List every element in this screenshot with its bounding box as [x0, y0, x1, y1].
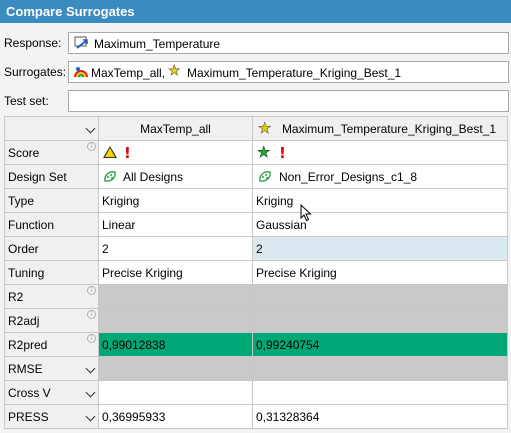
function-cell-2[interactable]: Gaussian: [253, 213, 508, 237]
table-row: RMSE: [5, 357, 508, 381]
r2adj-cell-2[interactable]: [253, 309, 508, 333]
surrogates-row: Surrogates: MaxTemp_all, ★ Maximum_Tempe…: [0, 60, 511, 84]
row-label-function: Function: [5, 213, 99, 237]
row-label-score: Score i: [5, 141, 99, 165]
exclamation-icon: !: [279, 144, 286, 162]
surrogate-2: Maximum_Temperature_Kriging_Best_1: [187, 66, 402, 80]
testset-row: Test set:: [0, 89, 511, 113]
response-value: Maximum_Temperature: [94, 37, 221, 51]
score-cell-2[interactable]: ★ !: [253, 141, 508, 165]
row-label-cross-v[interactable]: Cross V: [5, 381, 99, 405]
surrogate-1: MaxTemp_all,: [91, 66, 166, 80]
header-col-1[interactable]: MaxTemp_all: [99, 117, 253, 141]
cross-v-cell-1[interactable]: [99, 381, 253, 405]
cross-v-cell-2[interactable]: [253, 381, 508, 405]
chevron-down-icon[interactable]: [85, 123, 96, 134]
table-row: Function Linear Gaussian: [5, 213, 508, 237]
row-label-tuning: Tuning: [5, 261, 99, 285]
grid-header-row: MaxTemp_all ★ Maximum_Temperature_Krigin…: [5, 117, 508, 141]
design-set-cell-1[interactable]: All Designs: [99, 165, 253, 189]
order-cell-1[interactable]: 2: [99, 237, 253, 261]
surrogate-rainbow-icon: [73, 65, 89, 82]
type-cell-2[interactable]: Kriging: [253, 189, 508, 213]
column-1-title: MaxTemp_all: [140, 122, 211, 136]
header-col-2[interactable]: ★ Maximum_Temperature_Kriging_Best_1: [253, 117, 508, 141]
score-cell-1[interactable]: !: [99, 141, 253, 165]
chevron-down-icon[interactable]: [85, 363, 96, 374]
header-corner[interactable]: [5, 117, 99, 141]
testset-label: Test set:: [4, 94, 49, 108]
table-row: Order 2 2: [5, 237, 508, 261]
rmse-cell-1[interactable]: [99, 357, 253, 381]
chevron-down-icon[interactable]: [85, 411, 96, 422]
table-row: R2 i: [5, 285, 508, 309]
chevron-down-icon[interactable]: [85, 387, 96, 398]
press-cell-2[interactable]: 0,31328364: [253, 405, 508, 429]
mouse-cursor-icon: [300, 203, 312, 225]
design-set-cell-2[interactable]: Non_Error_Designs_c1_8: [253, 165, 508, 189]
r2-cell-1[interactable]: [99, 285, 253, 309]
window-title: Compare Surrogates: [0, 0, 511, 23]
info-icon[interactable]: i: [87, 334, 96, 343]
surrogates-field[interactable]: MaxTemp_all, ★ Maximum_Temperature_Krigi…: [68, 61, 509, 83]
row-label-press[interactable]: PRESS: [5, 405, 99, 429]
info-icon[interactable]: i: [87, 286, 96, 295]
row-label-r2adj: R2adj i: [5, 309, 99, 333]
r2adj-cell-1[interactable]: [99, 309, 253, 333]
press-cell-1[interactable]: 0,36995933: [99, 405, 253, 429]
star-green-icon: ★: [257, 143, 271, 162]
table-row: R2adj i: [5, 309, 508, 333]
testset-field[interactable]: [68, 90, 509, 112]
warning-triangle-icon: [103, 146, 117, 158]
table-row: Design Set All Designs Non_Error_Designs…: [5, 165, 508, 189]
row-label-r2pred: R2pred i: [5, 333, 99, 357]
star-yellow-icon: ★: [258, 119, 272, 138]
table-row: Tuning Precise Kriging Precise Kriging: [5, 261, 508, 285]
design-set-icon: [258, 170, 272, 186]
comparison-grid: MaxTemp_all ★ Maximum_Temperature_Krigin…: [4, 116, 508, 429]
function-cell-1[interactable]: Linear: [99, 213, 253, 237]
surrogates-label: Surrogates:: [4, 65, 67, 79]
r2pred-cell-1[interactable]: 0,99012838: [99, 333, 253, 357]
row-label-design-set: Design Set: [5, 165, 99, 189]
exclamation-icon: !: [124, 144, 131, 162]
design-set-icon: [103, 170, 117, 186]
info-icon[interactable]: i: [87, 310, 96, 319]
response-field[interactable]: Maximum_Temperature: [68, 32, 509, 54]
response-row: Response: Maximum_Temperature: [0, 31, 511, 55]
row-label-r2: R2 i: [5, 285, 99, 309]
column-2-title: Maximum_Temperature_Kriging_Best_1: [281, 122, 497, 136]
type-cell-1[interactable]: Kriging: [99, 189, 253, 213]
rmse-cell-2[interactable]: [253, 357, 508, 381]
r2pred-cell-2[interactable]: 0,99240754: [253, 333, 508, 357]
table-row: R2pred i 0,99012838 0,99240754: [5, 333, 508, 357]
table-row: Cross V: [5, 381, 508, 405]
response-icon: [74, 36, 90, 53]
response-label: Response:: [4, 36, 62, 50]
info-icon[interactable]: i: [87, 142, 96, 151]
table-row: PRESS 0,36995933 0,31328364: [5, 405, 508, 429]
row-label-order: Order: [5, 237, 99, 261]
tuning-cell-1[interactable]: Precise Kriging: [99, 261, 253, 285]
table-row: Score i ! ★ !: [5, 141, 508, 165]
table-row: Type Kriging Kriging: [5, 189, 508, 213]
row-label-rmse[interactable]: RMSE: [5, 357, 99, 381]
star-yellow-icon: ★: [168, 63, 181, 80]
r2-cell-2[interactable]: [253, 285, 508, 309]
row-label-type: Type: [5, 189, 99, 213]
order-cell-2[interactable]: 2: [253, 237, 508, 261]
tuning-cell-2[interactable]: Precise Kriging: [253, 261, 508, 285]
